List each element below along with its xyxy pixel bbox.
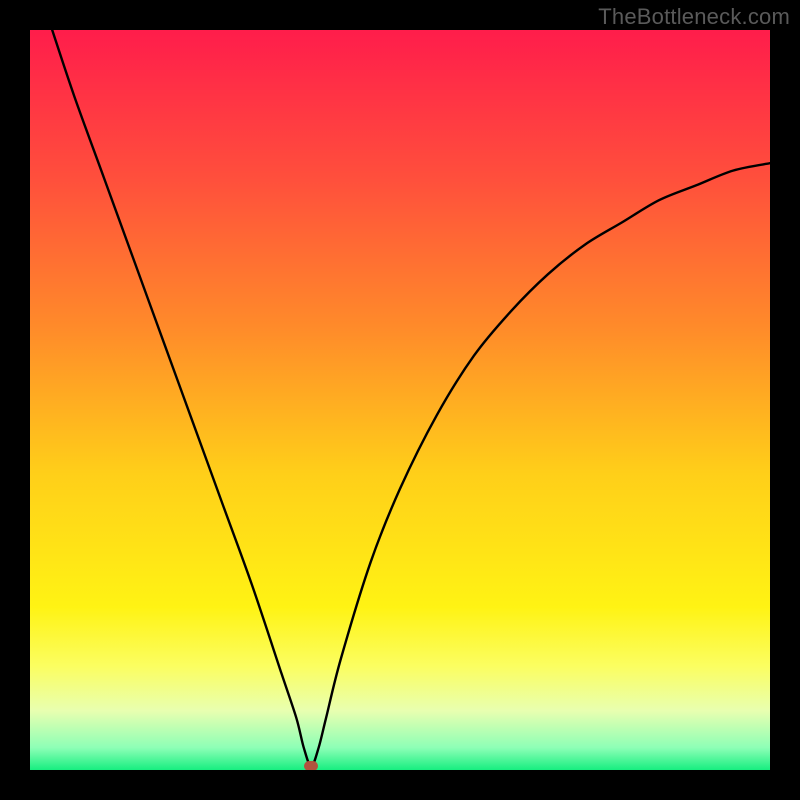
chart-frame: TheBottleneck.com — [0, 0, 800, 800]
plot-area — [30, 30, 770, 770]
optimum-marker — [304, 761, 318, 770]
background-rect — [30, 30, 770, 770]
watermark-label: TheBottleneck.com — [598, 4, 790, 30]
chart-svg — [30, 30, 770, 770]
